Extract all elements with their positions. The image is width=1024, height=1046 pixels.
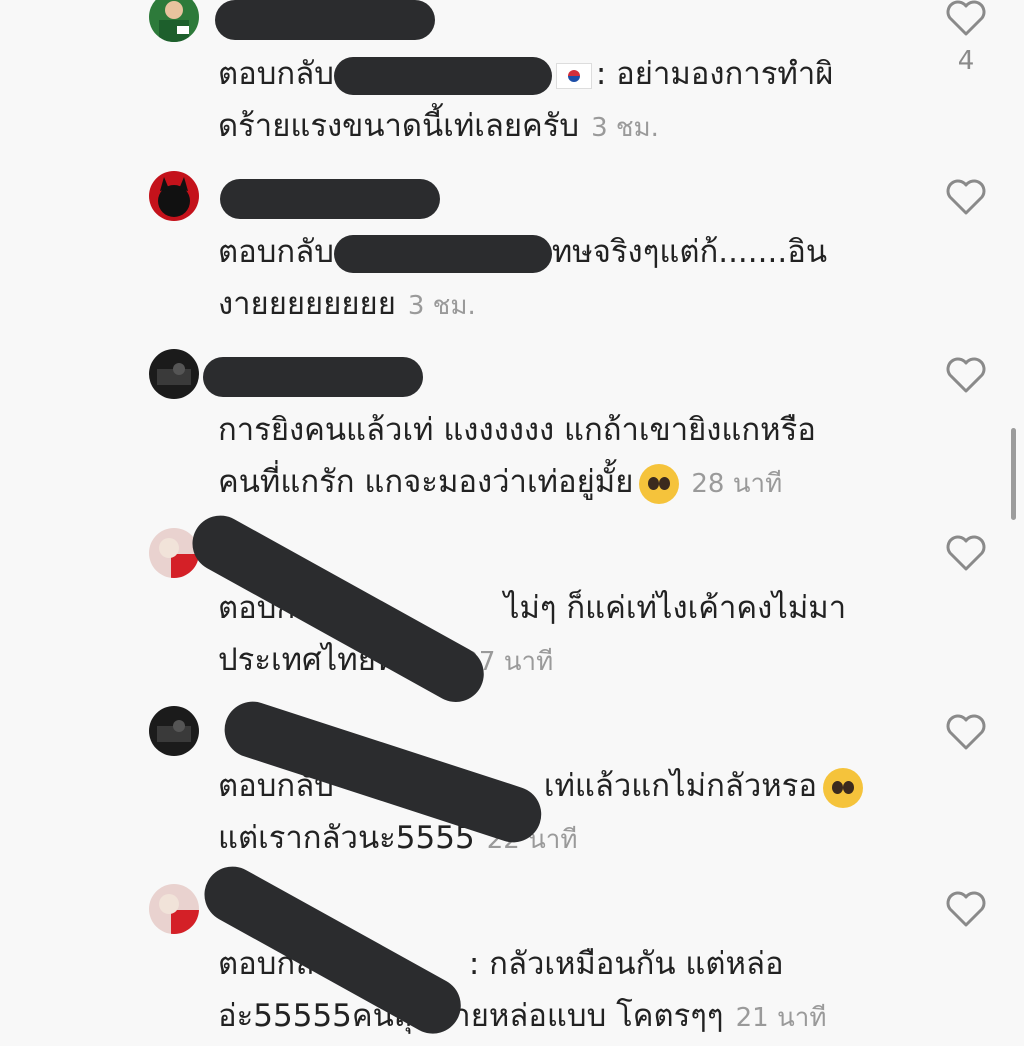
like-count: 4: [957, 46, 975, 76]
comment-text: ประเทศไทยหรอก 27 นาที: [218, 642, 554, 678]
avatar[interactable]: [149, 171, 199, 221]
heart-icon[interactable]: [944, 175, 988, 219]
scrollbar[interactable]: [1011, 428, 1016, 520]
timestamp: 21 นาที: [735, 1003, 827, 1033]
avatar[interactable]: [149, 0, 199, 42]
heart-icon[interactable]: [944, 353, 988, 397]
timestamp: 3 ชม.: [407, 291, 476, 321]
comment-text: ตอบกลับ: อย่ามองการทำผิ: [218, 46, 908, 102]
comment-text: อ่ะ55555คนสุดท้ายหล่อแบบ โคตรๆๆ 21 นาที: [218, 998, 827, 1034]
mention-redacted: [333, 234, 552, 273]
pleading-face-emoji-icon: [822, 767, 863, 808]
comment-text: คนที่แกรัก แกจะมองว่าเท่อยู่มั้ย 28 นาที: [218, 454, 908, 512]
comment-text: การยิงคนแล้วเท่ แงงงงงง แกถ้าเขายิงแกหรื…: [218, 412, 816, 448]
heart-icon[interactable]: [944, 0, 988, 40]
comment-text: แต่เรากลัวนะ5555 22 นาที: [218, 820, 578, 856]
avatar[interactable]: [149, 349, 199, 399]
heart-icon[interactable]: [944, 531, 988, 575]
comment-text: ดร้ายแรงขนาดนี้เท่เลยครับ 3 ชม.: [218, 108, 659, 144]
pleading-face-emoji-icon: [639, 463, 680, 504]
timestamp: 3 ชม.: [591, 113, 659, 143]
korea-flag-icon: [555, 62, 592, 89]
heart-icon[interactable]: [944, 710, 988, 754]
comment-text: งายยยยยยยย 3 ชม.: [218, 286, 476, 322]
timestamp: 28 นาที: [691, 469, 783, 499]
username-redacted: [220, 179, 440, 219]
username-redacted: [203, 357, 423, 397]
comment-text: ตอบกลับ ทษจริงๆแต่ก้.......อิน: [218, 224, 908, 280]
avatar[interactable]: [149, 884, 199, 934]
heart-icon[interactable]: [944, 887, 988, 931]
avatar[interactable]: [149, 706, 199, 756]
mention-redacted: [333, 56, 552, 95]
username-redacted: [215, 0, 435, 40]
avatar[interactable]: [149, 528, 199, 578]
